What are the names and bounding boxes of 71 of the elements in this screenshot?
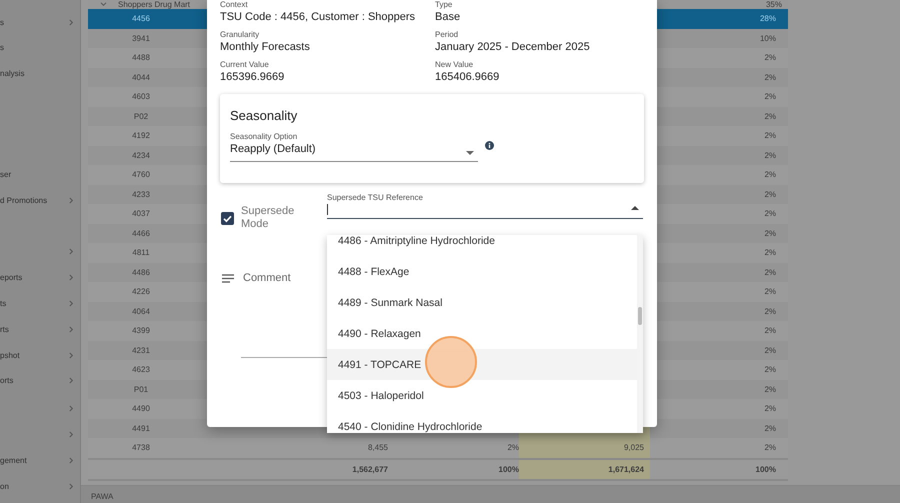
table-cell-text: 2% <box>763 384 777 394</box>
table-cell-text: 2% <box>763 443 777 452</box>
table-cell-text: 2% <box>763 306 777 316</box>
table-cell-text: 4456 <box>131 14 151 24</box>
table-cell: 8,455 <box>368 443 388 452</box>
table-cell-text: 2% <box>763 92 777 102</box>
table-cell-text: 2% <box>763 326 777 336</box>
total-cell-text: 100% <box>754 464 777 474</box>
table-cell-text: 28% <box>758 14 777 24</box>
table-cell-text: 4486 <box>131 268 151 277</box>
field-value: 165396.9669 <box>220 70 286 84</box>
field-label: Type <box>435 0 454 10</box>
field-label: Granularity <box>220 30 260 40</box>
table-cell: 9,025 <box>624 443 644 452</box>
total-cell: 1,671,624 <box>608 464 644 474</box>
table-cell-text: 2% <box>763 424 777 433</box>
table-cell-text: 3941 <box>131 34 151 43</box>
table-cell-text: 4226 <box>131 287 151 296</box>
card-title: Seasonality <box>230 108 298 124</box>
field-label: New Value <box>435 60 474 70</box>
total-cell: 100% <box>498 464 519 474</box>
field-value: January 2025 - December 2025 <box>435 40 591 54</box>
table-cell-text: 2% <box>763 287 777 296</box>
group-name: Shoppers Drug Mart <box>118 0 190 9</box>
field-label: Period <box>435 30 460 40</box>
table-cell-text: 4231 <box>131 346 151 355</box>
table-cell-text: 4044 <box>131 72 151 82</box>
table-cell-text: 2% <box>763 190 777 199</box>
table-cell-text: 4233 <box>131 190 151 199</box>
table-cell-text: 4466 <box>131 228 151 238</box>
table-cell-text: 2% <box>763 365 777 374</box>
table-cell-text: 2% <box>763 131 777 140</box>
table-cell-text: P01 <box>132 384 150 394</box>
field-value: 165406.9669 <box>435 70 500 84</box>
field-value: Monthly Forecasts <box>220 40 311 54</box>
table-cell-text: 2% <box>763 404 777 414</box>
field-label: Current Value <box>220 60 270 70</box>
table-cell-text: 2% <box>763 53 777 62</box>
table-cell-text: 4399 <box>131 326 151 336</box>
table-cell-text: 4738 <box>131 443 151 452</box>
table-cell: 2% <box>507 443 519 452</box>
table-cell-text: 4490 <box>131 404 151 414</box>
table-cell-text: 2% <box>763 228 777 238</box>
table-cell-text: 4488 <box>131 53 151 62</box>
table-cell-text: 4623 <box>131 365 151 374</box>
table-cell-text: 2% <box>763 346 777 355</box>
table-cell-text: 2% <box>763 72 777 82</box>
table-cell-text: 4603 <box>131 92 151 102</box>
table-cell-text: 4037 <box>131 209 151 218</box>
field-value: Base <box>435 10 462 24</box>
table-cell-text: 4811 <box>131 248 151 258</box>
table-cell-text: 4192 <box>131 131 151 140</box>
field-value: TSU Code : 4456, Customer : Shoppers <box>220 10 416 24</box>
footer-text: PAWA <box>91 492 114 501</box>
table-cell-text: 10% <box>758 34 777 43</box>
table-cell-text: 2% <box>763 170 777 180</box>
table-cell-text: 2% <box>763 268 777 277</box>
table-cell-text: 2% <box>763 248 777 258</box>
table-cell-text: 35% <box>766 0 783 9</box>
table-cell-text: 4234 <box>131 150 151 160</box>
table-cell-text: 2% <box>763 209 777 218</box>
total-cell: 1,562,677 <box>352 464 388 474</box>
comment-label: Comment <box>243 272 291 284</box>
field-label: Context <box>220 0 249 10</box>
checkbox-label: Supersede Mode <box>241 205 296 231</box>
table-cell-text: 4491 <box>131 424 151 433</box>
table-cell-text: P02 <box>132 112 150 121</box>
table-cell-text: 4760 <box>131 170 151 180</box>
table-cell-text: 2% <box>763 150 777 160</box>
table-cell-text: 2% <box>763 112 777 121</box>
table-cell-text: 4064 <box>131 306 151 316</box>
